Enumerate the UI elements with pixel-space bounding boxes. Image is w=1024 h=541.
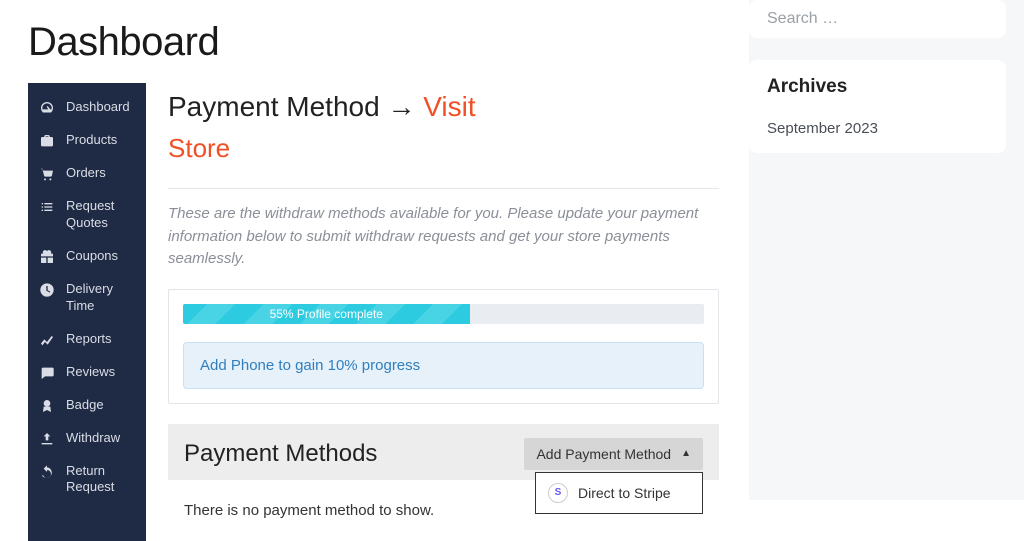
arrow-right-icon: → [387, 91, 415, 122]
cart-icon [38, 166, 56, 182]
sidebar-item-withdraw[interactable]: Withdraw [28, 422, 146, 455]
sidebar-item-return-request[interactable]: Return Request [28, 455, 146, 505]
progress-bar-fill: 55% Profile complete [183, 304, 470, 324]
visit-store-link[interactable]: Visit [423, 91, 475, 122]
upload-icon [38, 431, 56, 447]
clock-icon [38, 282, 56, 298]
payment-methods-title: Payment Methods [184, 440, 377, 468]
sidebar-item-delivery-time[interactable]: Delivery Time [28, 273, 146, 323]
undo-icon [38, 464, 56, 480]
chat-icon [38, 365, 56, 381]
right-sidebar: Archives September 2023 [749, 0, 1024, 500]
sidebar-item-label: Withdraw [66, 430, 120, 447]
badge-icon [38, 398, 56, 414]
sidebar-item-reports[interactable]: Reports [28, 323, 146, 356]
sidebar-item-label: Delivery Time [66, 281, 136, 315]
search-input[interactable] [767, 10, 988, 28]
payment-methods-header: Payment Methods Add Payment Method ▲ S D… [168, 424, 719, 480]
sidebar-item-label: Reports [66, 331, 112, 348]
briefcase-icon [38, 133, 56, 149]
sidebar-item-label: Reviews [66, 364, 115, 381]
vendor-sidebar: Dashboard Products Orders Request Quotes… [28, 83, 146, 541]
sidebar-item-label: Return Request [66, 463, 136, 497]
progress-bar-track: 55% Profile complete [183, 304, 704, 324]
sidebar-item-label: Products [66, 132, 117, 149]
sidebar-item-dashboard[interactable]: Dashboard [28, 91, 146, 124]
search-widget [749, 0, 1006, 38]
list-icon [38, 199, 56, 215]
archives-widget: Archives September 2023 [749, 60, 1006, 153]
gauge-icon [38, 100, 56, 116]
archive-link[interactable]: September 2023 [767, 120, 988, 137]
progress-tip-alert[interactable]: Add Phone to gain 10% progress [183, 342, 704, 389]
heading-text: Payment Method [168, 91, 380, 122]
archives-title: Archives [767, 76, 988, 98]
sidebar-item-label: Badge [66, 397, 104, 414]
triangle-up-icon: ▲ [681, 448, 691, 459]
payment-option-label: Direct to Stripe [578, 485, 671, 501]
page-title: Dashboard [28, 20, 719, 65]
profile-progress-card: 55% Profile complete Add Phone to gain 1… [168, 289, 719, 404]
description-text: These are the withdraw methods available… [168, 203, 719, 271]
sidebar-item-label: Orders [66, 165, 106, 182]
sidebar-item-label: Dashboard [66, 99, 130, 116]
sidebar-item-request-quotes[interactable]: Request Quotes [28, 190, 146, 240]
add-payment-method-button[interactable]: Add Payment Method ▲ [524, 438, 703, 470]
sidebar-item-reviews[interactable]: Reviews [28, 356, 146, 389]
sidebar-item-label: Request Quotes [66, 198, 136, 232]
content-heading: Payment Method → Visit [168, 91, 719, 123]
divider [168, 188, 719, 189]
sidebar-item-products[interactable]: Products [28, 124, 146, 157]
sidebar-item-orders[interactable]: Orders [28, 157, 146, 190]
sidebar-item-label: Coupons [66, 248, 118, 265]
payment-option-direct-to-stripe[interactable]: S Direct to Stripe [536, 473, 702, 513]
content-area: Payment Method → Visit Store These are t… [168, 83, 719, 541]
sidebar-item-coupons[interactable]: Coupons [28, 240, 146, 273]
payment-method-dropdown: S Direct to Stripe [535, 472, 703, 514]
chart-icon [38, 332, 56, 348]
visit-store-link-line2[interactable]: Store [168, 133, 719, 164]
add-payment-method-label: Add Payment Method [536, 446, 671, 462]
sidebar-item-badge[interactable]: Badge [28, 389, 146, 422]
gift-icon [38, 249, 56, 265]
